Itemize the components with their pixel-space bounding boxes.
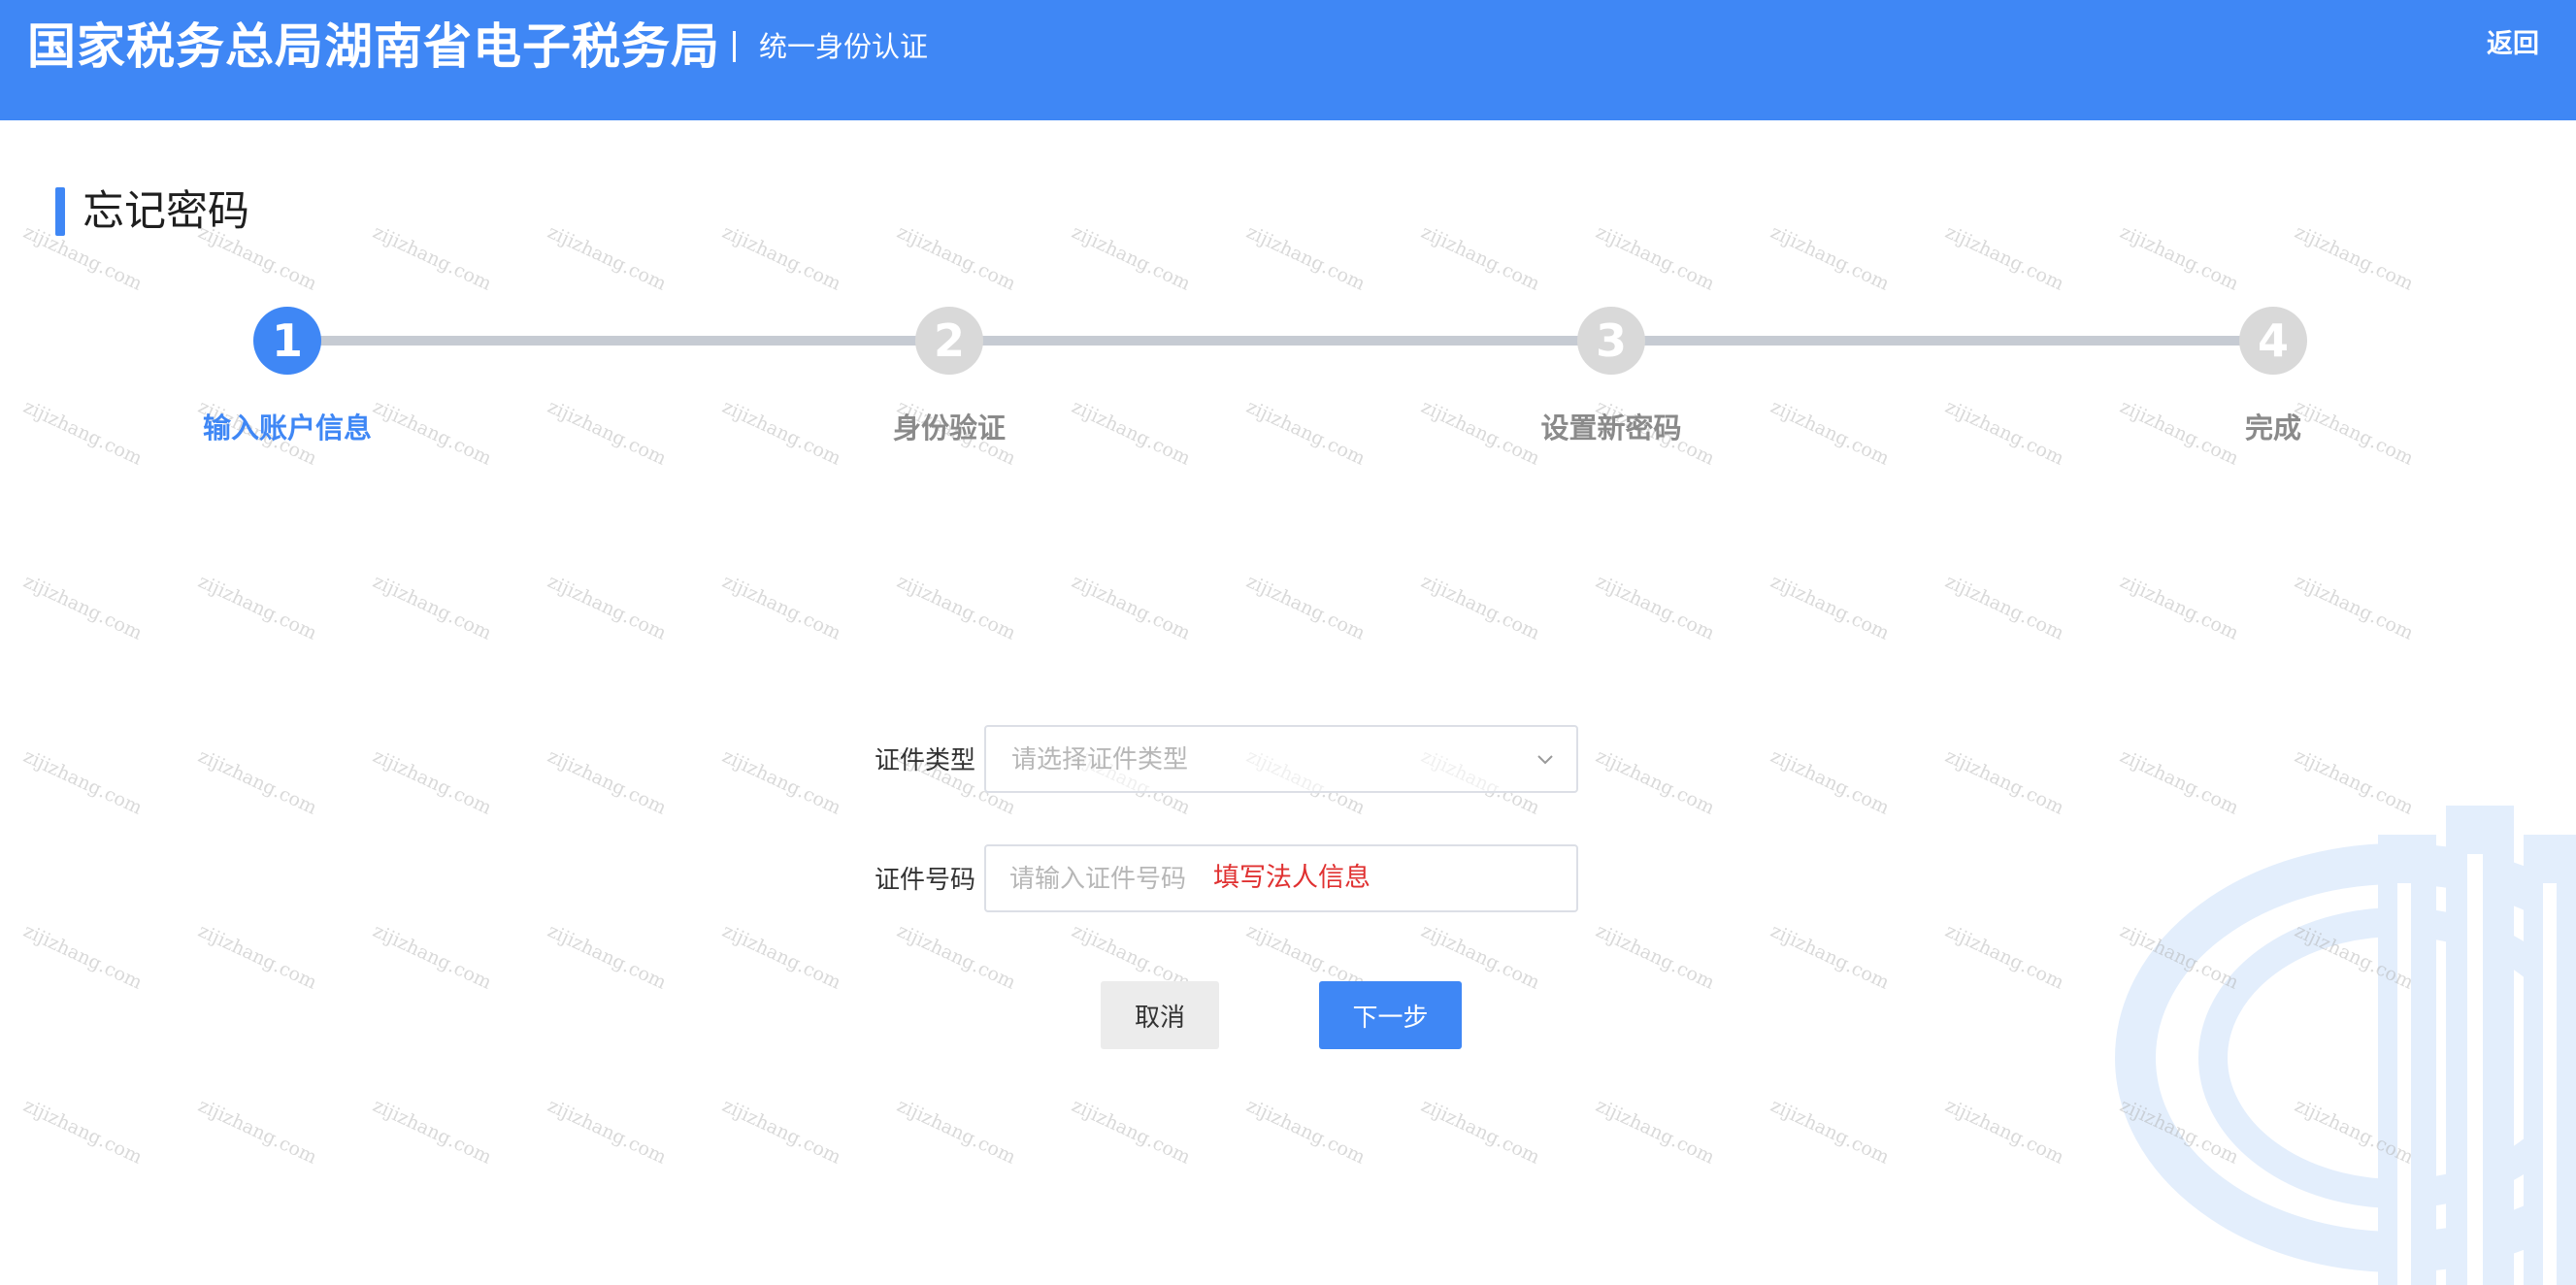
- step-connector: [1611, 336, 2273, 346]
- watermark-text: zijizhang.com: [2291, 571, 2417, 644]
- watermark-text: zijizhang.com: [544, 745, 670, 819]
- title-accent-bar: [55, 187, 65, 236]
- watermark-text: zijizhang.com: [369, 571, 495, 644]
- cert-type-placeholder: 请选择证件类型: [1011, 745, 1189, 774]
- watermark-text: zijizhang.com: [1592, 221, 1718, 295]
- watermark-text: zijizhang.com: [544, 920, 670, 994]
- watermark-text: zijizhang.com: [1941, 1095, 2067, 1169]
- site-title: 国家税务总局湖南省电子税务局: [27, 18, 720, 75]
- step-connector: [949, 336, 1611, 346]
- watermark-text: zijizhang.com: [1767, 221, 1893, 295]
- watermark-text: zijizhang.com: [544, 221, 670, 295]
- watermark-text: zijizhang.com: [19, 571, 146, 644]
- step-3-label: 设置新密码: [1540, 412, 1682, 445]
- watermark-text: zijizhang.com: [718, 571, 844, 644]
- watermark-text: zijizhang.com: [1941, 745, 2067, 819]
- cert-type-select[interactable]: 请选择证件类型: [984, 725, 1578, 793]
- watermark-text: zijizhang.com: [2116, 221, 2242, 295]
- watermark-text: zijizhang.com: [1242, 1095, 1369, 1169]
- watermark-text: zijizhang.com: [1592, 1095, 1718, 1169]
- watermark-text: zijizhang.com: [1767, 1095, 1893, 1169]
- watermark-text: zijizhang.com: [1068, 1095, 1194, 1169]
- watermark-text: zijizhang.com: [1068, 571, 1194, 644]
- step-4-label: 完成: [2244, 412, 2301, 445]
- step-progress: 1 2 3 4 输入账户信息 身份验证 设置新密码 完成: [0, 291, 2576, 456]
- step-1-circle: 1: [253, 307, 321, 375]
- step-connector: [287, 336, 949, 346]
- watermark-text: zijizhang.com: [893, 571, 1019, 644]
- watermark-text: zijizhang.com: [19, 920, 146, 994]
- watermark-text: zijizhang.com: [2291, 221, 2417, 295]
- tax-emblem-icon: [2115, 806, 2576, 1285]
- watermark-text: zijizhang.com: [369, 1095, 495, 1169]
- watermark-text: zijizhang.com: [194, 920, 320, 994]
- watermark-text: zijizhang.com: [1767, 920, 1893, 994]
- watermark-text: zijizhang.com: [1417, 221, 1543, 295]
- step-3-circle: 3: [1577, 307, 1645, 375]
- next-step-button[interactable]: 下一步: [1319, 981, 1462, 1049]
- watermark-text: zijizhang.com: [194, 1095, 320, 1169]
- cancel-button[interactable]: 取消: [1101, 981, 1219, 1049]
- back-link[interactable]: 返回: [2487, 27, 2539, 62]
- watermark-text: zijizhang.com: [1767, 571, 1893, 644]
- watermark-text: zijizhang.com: [1417, 571, 1543, 644]
- watermark-text: zijizhang.com: [19, 745, 146, 819]
- legal-person-hint: 填写法人信息: [1213, 863, 1371, 893]
- watermark-text: zijizhang.com: [718, 920, 844, 994]
- watermark-text: zijizhang.com: [893, 221, 1019, 295]
- watermark-text: zijizhang.com: [1592, 571, 1718, 644]
- watermark-text: zijizhang.com: [369, 920, 495, 994]
- step-2-circle: 2: [915, 307, 983, 375]
- watermark-text: zijizhang.com: [194, 571, 320, 644]
- watermark-text: zijizhang.com: [1242, 221, 1369, 295]
- watermark-text: zijizhang.com: [1767, 745, 1893, 819]
- watermark-text: zijizhang.com: [369, 745, 495, 819]
- watermark-text: zijizhang.com: [1417, 1095, 1543, 1169]
- chevron-down-icon: [1537, 755, 1553, 765]
- watermark-text: zijizhang.com: [1068, 221, 1194, 295]
- watermark-text: zijizhang.com: [718, 1095, 844, 1169]
- page: zijizhang.com zijizhang.com zijizhang.com z…: [0, 0, 2576, 1285]
- top-header: 国家税务总局湖南省电子税务局 统一身份认证 返回: [0, 0, 2576, 120]
- watermark-text: zijizhang.com: [893, 1095, 1019, 1169]
- watermark-text: zijizhang.com: [544, 1095, 670, 1169]
- cert-number-input[interactable]: [1009, 860, 1194, 899]
- watermark-text: zijizhang.com: [718, 745, 844, 819]
- watermark-text: zijizhang.com: [1941, 920, 2067, 994]
- watermark-text: zijizhang.com: [893, 920, 1019, 994]
- header-subtitle: 统一身份认证: [759, 30, 929, 63]
- watermark-text: zijizhang.com: [544, 571, 670, 644]
- watermark-text: zijizhang.com: [2116, 571, 2242, 644]
- watermark-text: zijizhang.com: [1242, 571, 1369, 644]
- watermark-text: zijizhang.com: [369, 221, 495, 295]
- watermark-text: zijizhang.com: [1592, 745, 1718, 819]
- watermark-text: zijizhang.com: [194, 745, 320, 819]
- watermark-text: zijizhang.com: [718, 221, 844, 295]
- step-1-label: 输入账户信息: [202, 412, 372, 445]
- cert-number-field: 填写法人信息: [984, 844, 1578, 912]
- watermark-text: zijizhang.com: [1592, 920, 1718, 994]
- watermark-text: zijizhang.com: [19, 1095, 146, 1169]
- watermark-text: zijizhang.com: [1941, 571, 2067, 644]
- page-title: 忘记密码: [83, 187, 249, 236]
- step-4-circle: 4: [2239, 307, 2307, 375]
- cert-number-label: 证件号码: [874, 866, 975, 895]
- step-2-label: 身份验证: [892, 412, 1006, 445]
- cert-type-label: 证件类型: [874, 746, 975, 775]
- watermark-text: zijizhang.com: [1941, 221, 2067, 295]
- header-divider: [733, 31, 736, 62]
